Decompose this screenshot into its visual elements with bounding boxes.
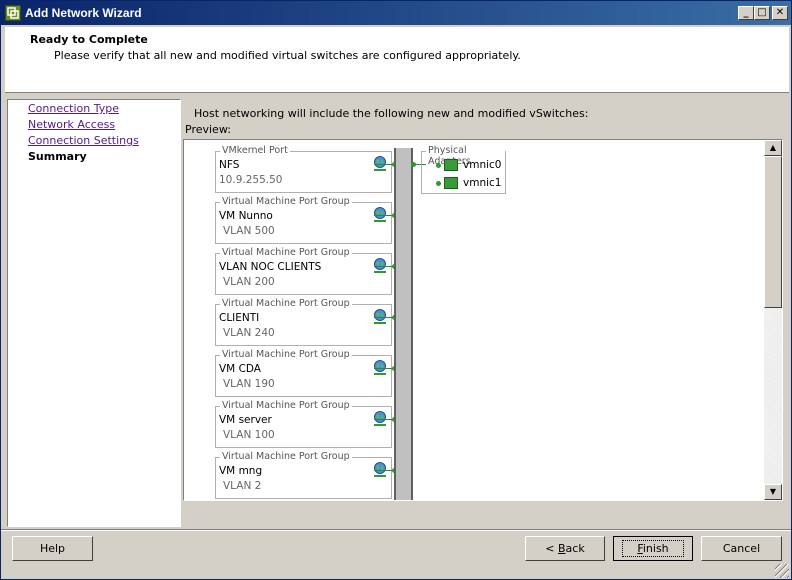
nic-label: vmnic1 [463, 177, 502, 189]
footer-divider [1, 529, 791, 531]
close-button[interactable]: ✕ [772, 6, 788, 20]
port-group-name: VM Nunno [219, 210, 273, 222]
step-connection-settings[interactable]: Connection Settings [28, 134, 139, 147]
title-bar[interactable]: Add Network Wizard _ □ ✕ [1, 1, 791, 25]
back-button[interactable]: < Back [525, 536, 605, 561]
port-group-box[interactable]: Virtual Machine Port Group VM server VLAN … [215, 400, 392, 448]
port-group-name: VLAN NOC CLIENTS [219, 261, 322, 273]
back-label-rest: ack [565, 542, 585, 555]
nic-dot [436, 181, 441, 186]
wizard-window: Add Network Wizard _ □ ✕ Ready to Comple… [0, 0, 792, 580]
preview-scrollbar[interactable]: ▲ ▼ [764, 140, 782, 500]
wizard-header: Ready to Complete Please verify that all… [5, 27, 789, 93]
network-card-icon [444, 159, 458, 171]
back-prefix: < [545, 542, 558, 555]
port-group-value: VLAN 100 [223, 429, 275, 441]
port-group-caption: Virtual Machine Port Group [220, 298, 352, 309]
port-group-value: VLAN 2 [223, 480, 262, 492]
vswitch-preview[interactable]: VMkernel Port NFS 10.9.255.50 Virtual Machi… [183, 139, 783, 501]
scroll-down-button[interactable]: ▼ [764, 484, 782, 500]
port-group-box[interactable]: Virtual Machine Port Group VM Nunno VLAN 5… [215, 196, 392, 244]
back-mnemonic: B [558, 542, 566, 555]
window-title: Add Network Wizard [25, 6, 142, 20]
nic-dot [436, 163, 441, 168]
port-group-box[interactable]: Virtual Machine Port Group VLAN NOC CLIEN… [215, 247, 392, 295]
port-group-caption: Virtual Machine Port Group [220, 247, 352, 258]
maximize-button[interactable]: □ [754, 6, 770, 20]
finish-button[interactable]: Finish [613, 536, 693, 561]
resize-grip-icon[interactable] [775, 564, 789, 578]
port-group-value: VLAN 200 [223, 276, 275, 288]
port-group-caption: Virtual Machine Port Group [220, 196, 352, 207]
port-group-value: VLAN 240 [223, 327, 275, 339]
step-summary: Summary [28, 150, 87, 163]
scroll-thumb[interactable] [764, 156, 782, 308]
finish-focus-rect: Finish [622, 540, 684, 557]
finish-label-rest: inish [642, 542, 669, 555]
page-subtitle: Please verify that all new and modified … [54, 49, 521, 62]
port-group-name: VM CDA [219, 363, 261, 375]
intro-text: Host networking will include the followi… [194, 107, 589, 120]
vmware-app-icon [5, 5, 21, 21]
port-group-name: VM mng [219, 465, 263, 477]
vswitch-bar [394, 148, 413, 500]
port-group-caption: Virtual Machine Port Group [220, 451, 352, 462]
port-group-box[interactable]: Virtual Machine Port Group CLIENTI VLAN 24… [215, 298, 392, 346]
port-group-value: VLAN 500 [223, 225, 275, 237]
cancel-button[interactable]: Cancel [701, 536, 782, 561]
step-network-access[interactable]: Network Access [28, 118, 115, 131]
port-group-box[interactable]: Virtual Machine Port Group VM CDA VLAN 190 [215, 349, 392, 397]
port-group-caption: Virtual Machine Port Group [220, 349, 352, 360]
preview-label: Preview: [185, 123, 231, 136]
port-group-value: VLAN 190 [223, 378, 275, 390]
step-connection-type[interactable]: Connection Type [28, 102, 119, 115]
network-card-icon [444, 177, 458, 189]
port-group-name: VM server [219, 414, 272, 426]
physical-adapters-box: Physical Adapters vmnic0 vmnic1 [421, 145, 506, 194]
port-group-caption: VMkernel Port [220, 145, 290, 156]
help-button[interactable]: Help [12, 536, 93, 561]
port-group-box[interactable]: Virtual Machine Port Group VM mng VLAN 2 [215, 451, 392, 499]
port-group-caption: Virtual Machine Port Group [220, 400, 352, 411]
port-group-value: 10.9.255.50 [219, 174, 283, 186]
port-group-name: CLIENTI [219, 312, 260, 324]
scroll-up-button[interactable]: ▲ [764, 140, 782, 156]
port-group-name: NFS [219, 159, 240, 171]
port-group-box[interactable]: VMkernel Port NFS 10.9.255.50 [215, 145, 392, 193]
nic-label: vmnic0 [463, 159, 502, 171]
minimize-button[interactable]: _ [738, 6, 754, 20]
wizard-steps-sidebar: Connection Type Network Access Connectio… [7, 99, 181, 527]
page-title: Ready to Complete [30, 33, 148, 46]
